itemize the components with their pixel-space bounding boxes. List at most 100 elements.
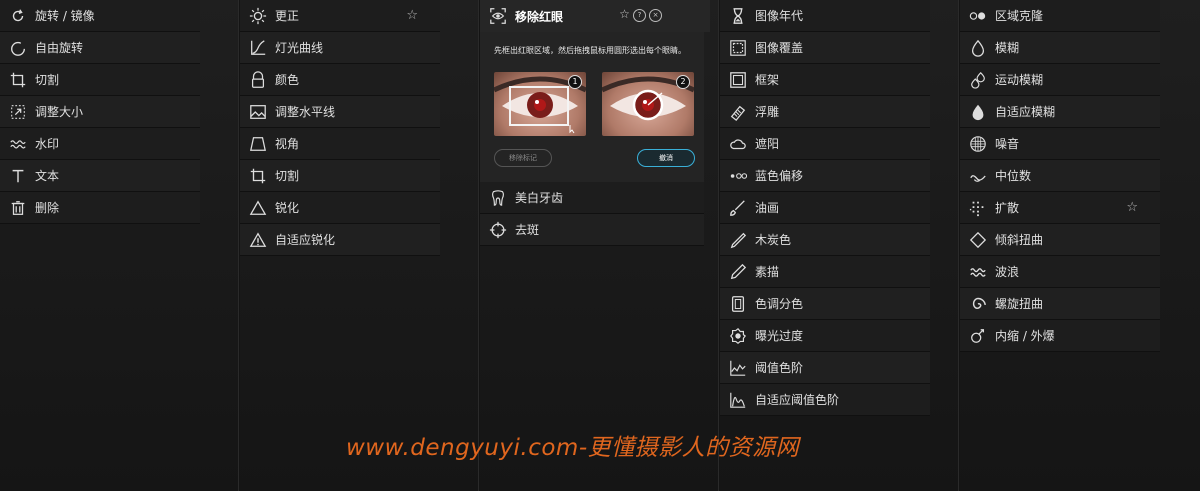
menu-item-label: 倾斜扭曲 — [995, 233, 1044, 247]
header-actions: ☆ ? × — [619, 8, 662, 22]
watermark-icon — [8, 134, 28, 154]
menu-item-crop-2[interactable]: 切割 — [240, 160, 440, 192]
menu-item-label: 运动模糊 — [995, 73, 1044, 87]
wave-icon — [968, 262, 988, 282]
menu-item-pinch[interactable]: 内缩 / 外爆 — [960, 320, 1160, 352]
menu-item-rotate-mirror[interactable]: 旋转 / 镜像 — [0, 0, 200, 32]
menu-item-color[interactable]: 颜色 — [240, 64, 440, 96]
menu-item-label: 噪音 — [995, 137, 1020, 151]
menu-item-charcoal[interactable]: 木炭色 — [720, 224, 930, 256]
menu-item-motion-blur[interactable]: 运动模糊 — [960, 64, 1160, 96]
menu-item-delete[interactable]: 删除 — [0, 192, 200, 224]
favorite-star-icon[interactable]: ☆ — [1126, 200, 1138, 215]
menu-item-label: 切割 — [275, 169, 300, 183]
color-icon — [248, 70, 268, 90]
tools-panel-adjust: 更正 ☆ 灯光曲线 颜色 调整水平线 视角 切割 锐化 自适应锐化 — [240, 0, 479, 491]
crop-icon — [8, 70, 28, 90]
adjust-list: 更正 ☆ 灯光曲线 颜色 调整水平线 视角 切割 锐化 自适应锐化 — [240, 0, 440, 256]
menu-item-correct[interactable]: 更正 ☆ — [240, 0, 440, 32]
menu-item-adaptive-blur[interactable]: 自适应模糊 — [960, 96, 1160, 128]
menu-item-median[interactable]: 中位数 — [960, 160, 1160, 192]
blemish-icon — [488, 220, 508, 240]
favorite-star-icon[interactable]: ☆ — [406, 8, 418, 23]
solarize-icon — [728, 326, 748, 346]
menu-item-threshold[interactable]: 阈值色阶 — [720, 352, 930, 384]
menu-item-emboss[interactable]: 浮雕 — [720, 96, 930, 128]
help-icon[interactable]: ? — [633, 9, 646, 22]
menu-item-resize[interactable]: 调整大小 — [0, 96, 200, 128]
cloud-icon — [728, 134, 748, 154]
menu-item-label: 扩散 — [995, 201, 1020, 215]
menu-item-label: 遮阳 — [755, 137, 780, 151]
menu-item-posterize[interactable]: 色调分色 — [720, 288, 930, 320]
menu-item-label: 文本 — [35, 169, 60, 183]
menu-item-crop[interactable]: 切割 — [0, 64, 200, 96]
menu-item-free-rotate[interactable]: 自由旋转 — [0, 32, 200, 64]
menu-item-wave[interactable]: 波浪 — [960, 256, 1160, 288]
menu-item-solarize[interactable]: 曝光过度 — [720, 320, 930, 352]
redeye-example-circle: 2 — [602, 72, 694, 136]
menu-item-frame[interactable]: 框架 — [720, 64, 930, 96]
menu-item-skew[interactable]: 倾斜扭曲 — [960, 224, 1160, 256]
redeye-instruction: 先框出红眼区域，然后拖拽鼠标用圆形选出每个眼睛。 — [494, 46, 686, 55]
menu-item-diffuse[interactable]: 扩散 ☆ — [960, 192, 1160, 224]
free-rotate-icon — [8, 38, 28, 58]
menu-item-label: 颜色 — [275, 73, 300, 87]
menu-item-label: 自适应锐化 — [275, 233, 336, 247]
menu-item-label: 图像年代 — [755, 9, 804, 23]
menu-item-label: 素描 — [755, 265, 780, 279]
effects-list: 图像年代 图像覆盖 框架 浮雕 遮阳 蓝色偏移 油画 木炭色 素描 色调分色 曝… — [720, 0, 930, 416]
menu-item-perspective[interactable]: 视角 — [240, 128, 440, 160]
menu-item-shade[interactable]: 遮阳 — [720, 128, 930, 160]
redeye-example-select: 1 — [494, 72, 586, 136]
clone-icon — [968, 6, 988, 26]
menu-item-blemish[interactable]: 去斑 — [480, 214, 704, 246]
menu-item-blur[interactable]: 模糊 — [960, 32, 1160, 64]
menu-item-blue-shift[interactable]: 蓝色偏移 — [720, 160, 930, 192]
menu-item-label: 调整大小 — [35, 105, 84, 119]
menu-item-watermark[interactable]: 水印 — [0, 128, 200, 160]
menu-item-swirl[interactable]: 螺旋扭曲 — [960, 288, 1160, 320]
adaptive-sharpen-icon — [248, 230, 268, 250]
tools-panel-filters: 区域克隆 模糊 运动模糊 自适应模糊 噪音 中位数 扩散 ☆ 倾斜扭曲 波浪 螺… — [960, 0, 1200, 491]
favorite-star-icon[interactable]: ☆ — [619, 8, 630, 20]
remove-marks-button[interactable]: 移除标记 — [494, 149, 552, 167]
delete-icon — [8, 198, 28, 218]
menu-item-clone[interactable]: 区域克隆 — [960, 0, 1160, 32]
redeye-tool-header[interactable]: 移除红眼 ☆ ? × — [480, 0, 710, 32]
menu-item-curves[interactable]: 灯光曲线 — [240, 32, 440, 64]
menu-item-image-age[interactable]: 图像年代 — [720, 0, 930, 32]
menu-item-label: 浮雕 — [755, 105, 780, 119]
menu-item-text[interactable]: 文本 — [0, 160, 200, 192]
charcoal-icon — [728, 230, 748, 250]
menu-item-label: 中位数 — [995, 169, 1032, 183]
diffuse-icon — [968, 198, 988, 218]
menu-item-oil-paint[interactable]: 油画 — [720, 192, 930, 224]
adaptive-threshold-icon — [728, 390, 748, 410]
horizon-icon — [248, 102, 268, 122]
menu-item-label: 波浪 — [995, 265, 1020, 279]
transform-list: 旋转 / 镜像 自由旋转 切割 调整大小 水印 文本 删除 — [0, 0, 200, 224]
menu-item-label: 区域克隆 — [995, 9, 1044, 23]
posterize-icon — [728, 294, 748, 314]
menu-item-noise[interactable]: 噪音 — [960, 128, 1160, 160]
tools-panel-transform: 旋转 / 镜像 自由旋转 切割 调整大小 水印 文本 删除 — [0, 0, 239, 491]
menu-item-sharpen[interactable]: 锐化 — [240, 192, 440, 224]
menu-item-horizon[interactable]: 调整水平线 — [240, 96, 440, 128]
menu-item-label: 框架 — [755, 73, 780, 87]
cancel-button[interactable]: 撤消 — [637, 149, 695, 167]
filters-list: 区域克隆 模糊 运动模糊 自适应模糊 噪音 中位数 扩散 ☆ 倾斜扭曲 波浪 螺… — [960, 0, 1160, 352]
menu-item-adaptive-threshold[interactable]: 自适应阈值色阶 — [720, 384, 930, 416]
overlay-icon — [728, 38, 748, 58]
menu-item-label: 锐化 — [275, 201, 300, 215]
menu-item-whiten-teeth[interactable]: 美白牙齿 — [480, 182, 704, 214]
menu-item-overlay[interactable]: 图像覆盖 — [720, 32, 930, 64]
sharpen-icon — [248, 198, 268, 218]
menu-item-adaptive-sharpen[interactable]: 自适应锐化 — [240, 224, 440, 256]
menu-item-label: 图像覆盖 — [755, 41, 804, 55]
blue-shift-icon — [728, 166, 748, 186]
hourglass-icon — [728, 6, 748, 26]
menu-item-sketch[interactable]: 素描 — [720, 256, 930, 288]
pinch-icon — [968, 326, 988, 346]
close-icon[interactable]: × — [649, 9, 662, 22]
